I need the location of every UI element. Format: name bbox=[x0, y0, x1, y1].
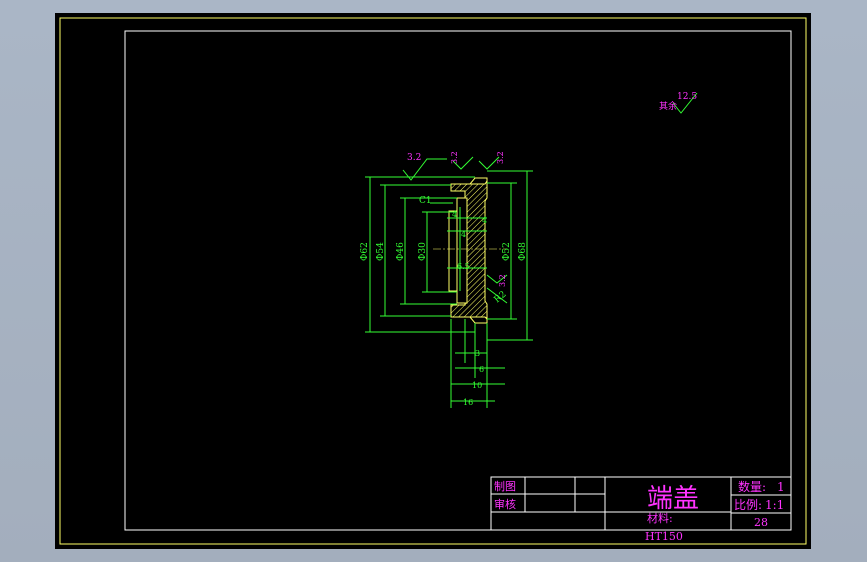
sheet-number: 28 bbox=[754, 516, 768, 529]
dim-4b: 4 bbox=[482, 216, 487, 225]
scale-label: 比例: bbox=[734, 498, 762, 512]
qty-value: 1 bbox=[777, 480, 785, 494]
dim-d62: Φ62 bbox=[360, 242, 370, 261]
title-block-text: 制图 审核 端盖 材料: HT150 数量: 1 比例: 1:1 28 bbox=[494, 479, 785, 543]
dim-4a: 4 bbox=[452, 210, 457, 219]
drawing-canvas: Φ62 Φ54 Φ46 Φ30 Φ52 Φ68 C1 R2 4 4 4 6.5 … bbox=[59, 17, 807, 545]
dim-6p5: 6.5 bbox=[457, 262, 470, 271]
dim-chamfer: C1 bbox=[419, 196, 432, 206]
roughness-r1: 3.2 bbox=[407, 153, 421, 163]
drawing-title: 端盖 bbox=[647, 484, 699, 514]
dim-d30: Φ30 bbox=[418, 242, 428, 261]
roughness-r3: 3.2 bbox=[496, 151, 505, 164]
drawing-sheet[interactable]: Φ62 Φ54 Φ46 Φ30 Φ52 Φ68 C1 R2 4 4 4 6.5 … bbox=[55, 13, 811, 549]
material-label: 材料: bbox=[647, 511, 673, 525]
roughness-general-label: 其余 bbox=[659, 100, 677, 112]
section-hatch bbox=[450, 179, 488, 321]
dim-4c: 4 bbox=[461, 230, 466, 239]
dim-l6: 6 bbox=[479, 365, 484, 374]
dimension-labels: Φ62 Φ54 Φ46 Φ30 Φ52 Φ68 C1 R2 4 4 4 6.5 … bbox=[360, 92, 697, 407]
shoulder bbox=[448, 210, 458, 292]
outline bbox=[451, 316, 488, 324]
dim-d54: Φ54 bbox=[376, 242, 386, 261]
qty-label: 数量: bbox=[738, 479, 766, 494]
dim-l3: 3 bbox=[475, 349, 480, 358]
review-label: 审核 bbox=[494, 497, 516, 511]
dim-l16: 16 bbox=[463, 398, 473, 407]
scale-value: 1:1 bbox=[765, 498, 784, 512]
dim-d68: Φ68 bbox=[518, 242, 528, 261]
dim-d46: Φ46 bbox=[396, 242, 406, 261]
material-value: HT150 bbox=[645, 530, 683, 543]
roughness-general-value: 12.5 bbox=[677, 92, 697, 102]
dimensions bbox=[365, 92, 698, 408]
dim-d52: Φ52 bbox=[502, 242, 512, 261]
roughness-r2: 3.2 bbox=[450, 151, 459, 164]
dim-l10: 10 bbox=[472, 381, 482, 390]
drawn-label: 制图 bbox=[494, 480, 516, 493]
roughness-r4: 3.2 bbox=[498, 274, 507, 287]
cad-viewport[interactable]: Φ62 Φ54 Φ46 Φ30 Φ52 Φ68 C1 R2 4 4 4 6.5 … bbox=[0, 0, 867, 562]
outline bbox=[451, 177, 488, 185]
bore-slot bbox=[456, 197, 468, 304]
